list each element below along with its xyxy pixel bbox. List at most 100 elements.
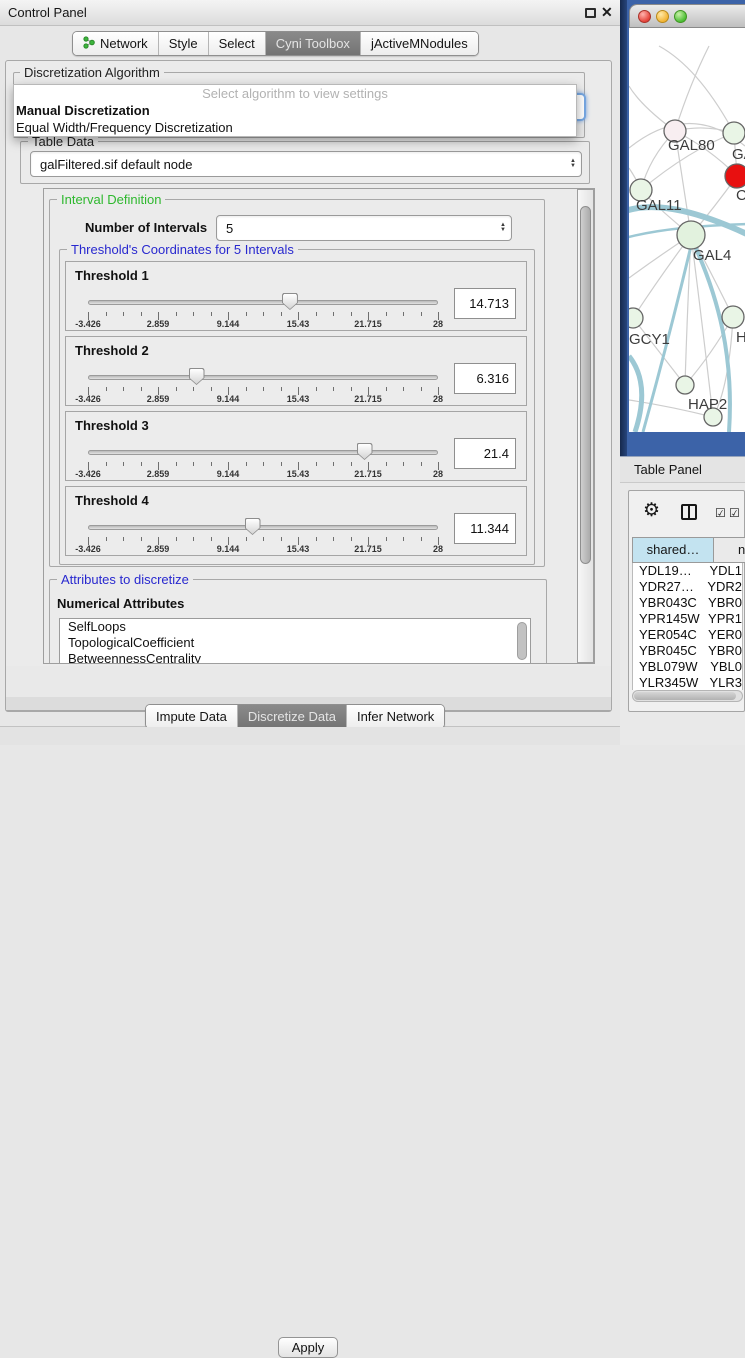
settings-scrollbar-track[interactable]: [577, 189, 594, 663]
threshold-row: Threshold 2 -3.4262.8599.14415.4321.7152…: [65, 336, 527, 406]
close-traffic-light-icon[interactable]: [638, 10, 651, 23]
number-of-intervals-label: Number of Intervals: [85, 220, 207, 235]
float-window-icon[interactable]: [585, 8, 596, 18]
bottom-tab-impute-data[interactable]: Impute Data: [146, 705, 238, 728]
node-label: H: [736, 329, 745, 346]
table-data-combobox[interactable]: galFiltered.sif default node ▲▼: [30, 151, 582, 177]
slider-tick-labels: -3.4262.8599.14415.4321.71528: [88, 319, 438, 329]
cell-name: YPR1: [705, 611, 742, 627]
threshold-row: Threshold 3 -3.4262.8599.14415.4321.7152…: [65, 411, 527, 481]
table-row[interactable]: YDR27…YDR2: [633, 579, 742, 595]
column-header-name[interactable]: na: [714, 537, 745, 563]
tab-label: jActiveMNodules: [371, 36, 468, 51]
number-of-intervals-combobox[interactable]: 5 ▲▼: [216, 215, 512, 241]
zoom-traffic-light-icon[interactable]: [674, 10, 687, 23]
slider-handle[interactable]: [245, 518, 261, 535]
cell-shared-name: YER054C: [633, 627, 705, 643]
slider-handle[interactable]: [189, 368, 205, 385]
threshold-value-field[interactable]: 21.4: [454, 438, 516, 469]
network-node-gal4[interactable]: [677, 221, 705, 249]
table-panel-title: Table Panel: [634, 462, 702, 477]
table-row[interactable]: YPR145WYPR1: [633, 611, 742, 627]
cell-name: YLR3: [706, 675, 742, 690]
table-row[interactable]: YER054CYER0: [633, 627, 742, 643]
network-window-titlebar[interactable]: [629, 4, 745, 28]
minimize-traffic-light-icon[interactable]: [656, 10, 669, 23]
select-none-checkbox-icon[interactable]: ☑: [729, 506, 740, 520]
network-node-ga[interactable]: [723, 122, 745, 144]
column-header-shared[interactable]: shared…: [632, 537, 714, 563]
bottom-tab-bar: Impute Data Discretize Data Infer Network: [145, 704, 445, 729]
cell-name: YDL1: [706, 563, 742, 579]
node-table-panel: ⚙ ☑ ☑ shared… na YDL19…YDL1YDR27…YDR2YBR…: [628, 490, 745, 712]
tab-cyni-toolbox[interactable]: Cyni Toolbox: [266, 32, 361, 55]
slider-handle[interactable]: [357, 443, 373, 460]
threshold-label: Threshold 3: [75, 418, 149, 433]
dropdown-item-manual[interactable]: Manual Discretization: [14, 102, 576, 119]
network-node-c[interactable]: [725, 164, 745, 188]
select-all-checkbox-icon[interactable]: ☑: [715, 506, 726, 520]
columns-icon[interactable]: [681, 504, 697, 520]
close-icon[interactable]: ✕: [601, 4, 613, 21]
numerical-attributes-list[interactable]: SelfLoopsTopologicalCoefficientBetweenne…: [59, 618, 531, 664]
threshold-slider[interactable]: -3.4262.8599.14415.4321.71528: [88, 442, 438, 478]
table-row[interactable]: YBR043CYBR0: [633, 595, 742, 611]
table-row[interactable]: YDL19…YDL1: [633, 563, 742, 579]
slider-handle[interactable]: [282, 293, 298, 310]
gear-icon[interactable]: ⚙: [643, 499, 660, 522]
tab-label: Style: [169, 36, 198, 51]
tab-jactivemnodules[interactable]: jActiveMNodules: [361, 32, 478, 55]
right-region: GAL80GACGAL11GAL4GCY1HHAP2 Table Panel ⚙…: [620, 0, 745, 745]
slider-track[interactable]: [88, 300, 438, 305]
bottom-tab-label: Discretize Data: [248, 709, 336, 724]
tab-select[interactable]: Select: [209, 32, 266, 55]
background-area: [0, 727, 620, 745]
table-row[interactable]: YBR045CYBR0: [633, 643, 742, 659]
bottom-tab-label: Infer Network: [357, 709, 434, 724]
threshold-slider[interactable]: -3.4262.8599.14415.4321.71528: [88, 292, 438, 328]
top-tab-bar: Network Style Select Cyni Toolbox jActiveMNo…: [72, 31, 479, 56]
slider-tick-labels: -3.4262.8599.14415.4321.71528: [88, 394, 438, 404]
attribute-list-item[interactable]: SelfLoops: [60, 619, 530, 635]
threshold-value-field[interactable]: 14.713: [454, 288, 516, 319]
tab-label: Cyni Toolbox: [276, 36, 350, 51]
threshold-label: Threshold 4: [75, 493, 149, 508]
settings-scrollbar-thumb[interactable]: [580, 206, 591, 564]
node-label: HAP2: [688, 396, 727, 413]
table-row[interactable]: YLR345WYLR3: [633, 675, 742, 690]
tab-style[interactable]: Style: [159, 32, 209, 55]
list-scrollbar-thumb[interactable]: [517, 622, 527, 660]
control-panel-titlebar: Control Panel ✕: [0, 0, 620, 26]
threshold-value-field[interactable]: 6.316: [454, 363, 516, 394]
attribute-list-item[interactable]: TopologicalCoefficient: [60, 635, 530, 651]
slider-track[interactable]: [88, 525, 438, 530]
slider-tick-labels: -3.4262.8599.14415.4321.71528: [88, 469, 438, 479]
network-node-hap2[interactable]: [676, 376, 694, 394]
bottom-tab-infer-network[interactable]: Infer Network: [347, 705, 444, 728]
tab-label: Select: [219, 36, 255, 51]
table-row[interactable]: YBL079WYBL0: [633, 659, 742, 675]
table-hscrollbar-thumb[interactable]: [634, 692, 736, 700]
table-panel-titlebar: Table Panel: [620, 456, 745, 483]
bottom-tab-discretize-data[interactable]: Discretize Data: [238, 705, 347, 728]
settings-scrollpane: Interval Definition Number of Intervals …: [43, 188, 595, 664]
network-view-canvas[interactable]: GAL80GACGAL11GAL4GCY1HHAP2: [629, 28, 745, 432]
apply-button[interactable]: Apply: [278, 1337, 338, 1358]
cell-shared-name: YPR145W: [633, 611, 705, 627]
threshold-slider[interactable]: -3.4262.8599.14415.4321.71528: [88, 517, 438, 553]
slider-track[interactable]: [88, 375, 438, 380]
dropdown-item-equal-width[interactable]: Equal Width/Frequency Discretization: [14, 119, 576, 136]
table-hscrollbar-track[interactable]: [632, 690, 743, 702]
cell-name: YDR2: [704, 579, 742, 595]
slider-track[interactable]: [88, 450, 438, 455]
node-label: GA: [732, 146, 745, 163]
threshold-slider[interactable]: -3.4262.8599.14415.4321.71528: [88, 367, 438, 403]
network-node-h[interactable]: [722, 306, 744, 328]
threshold-value-field[interactable]: 11.344: [454, 513, 516, 544]
attributes-group-title: Attributes to discretize: [57, 572, 193, 587]
cell-shared-name: YBR045C: [633, 643, 705, 659]
dropdown-placeholder-item[interactable]: Select algorithm to view settings: [14, 85, 576, 102]
attribute-list-item[interactable]: BetweennessCentrality: [60, 651, 530, 664]
tab-network[interactable]: Network: [73, 32, 159, 55]
network-node-gcy1[interactable]: [629, 308, 643, 328]
